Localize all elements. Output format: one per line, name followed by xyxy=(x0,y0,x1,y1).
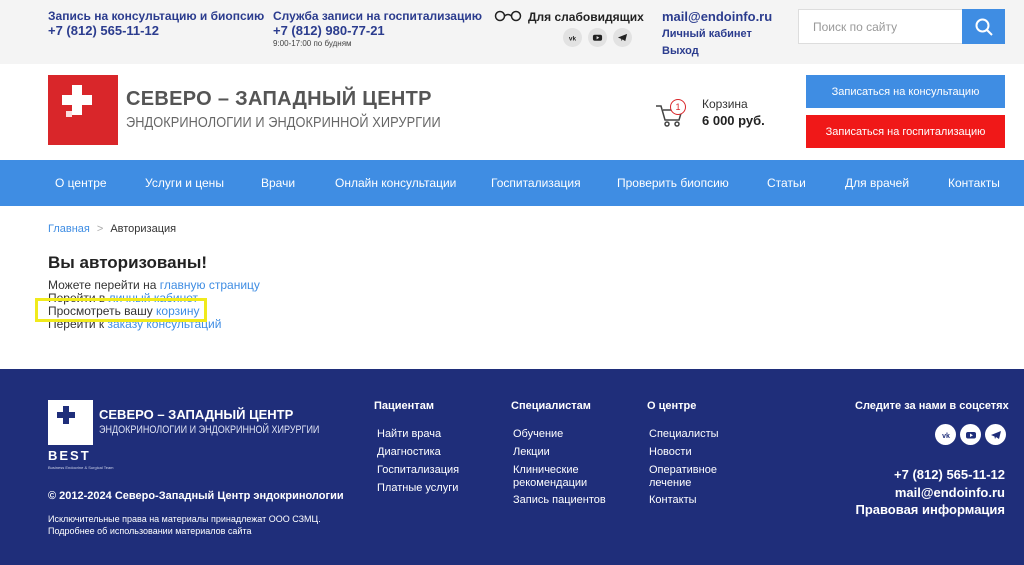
glasses-icon[interactable] xyxy=(494,10,522,22)
home-page-link[interactable]: главную страницу xyxy=(160,278,260,292)
footer-email[interactable]: mail@endoinfo.ru xyxy=(895,485,1005,500)
hosp-phone[interactable]: +7 (812) 980-77-21 xyxy=(273,23,482,38)
follow-us-title: Следите за нами в соцсетях xyxy=(855,400,1009,412)
footer-link-diagnostics[interactable]: Диагностика xyxy=(377,446,441,459)
accessibility-link[interactable]: Для слабовидящих xyxy=(528,10,644,24)
nav-item-about[interactable]: О центре xyxy=(55,160,107,206)
footer-link-surgery-line2[interactable]: лечение xyxy=(649,477,691,490)
search-button[interactable] xyxy=(962,9,1005,44)
nav-item-for-doctors[interactable]: Для врачей xyxy=(845,160,909,206)
line-home: Можете перейти на главную страницу xyxy=(48,278,260,292)
nav-item-articles[interactable]: Статьи xyxy=(767,160,806,206)
nav-item-services[interactable]: Услуги и цены xyxy=(145,160,224,206)
footer-link-lectures[interactable]: Лекции xyxy=(513,446,550,459)
consult-title: Запись на консультацию и биопсию xyxy=(48,9,265,23)
footer-logo-subtitle: ЭНДОКРИНОЛОГИИ И ЭНДОКРИННОЙ ХИРУРГИИ xyxy=(99,424,320,436)
logout-link[interactable]: Выход xyxy=(662,45,699,57)
telegram-icon[interactable] xyxy=(985,424,1006,445)
legal-info-link[interactable]: Правовая информация xyxy=(855,502,1005,517)
hosp-hours: 9:00-17:00 по будням xyxy=(273,39,352,48)
main-nav: О центре Услуги и цены Врачи Онлайн конс… xyxy=(0,160,1024,206)
footer-link-clinical[interactable]: Клинические xyxy=(513,464,579,477)
book-consultation-button[interactable]: Записаться на консультацию xyxy=(806,75,1005,108)
nav-item-hospitalization[interactable]: Госпитализация xyxy=(491,160,581,206)
footer-link-find-doctor[interactable]: Найти врача xyxy=(377,428,441,441)
footer: СЕВЕРО – ЗАПАДНЫЙ ЦЕНТР ЭНДОКРИНОЛОГИИ И… xyxy=(0,369,1024,565)
vk-icon[interactable]: vk xyxy=(563,28,582,47)
best-logo: BEST xyxy=(48,448,91,463)
specialists-column-title: Специалистам xyxy=(511,400,591,412)
breadcrumb-separator: > xyxy=(96,223,104,235)
patients-column-title: Пациентам xyxy=(374,400,434,412)
rights-notice: Исключительные права на материалы принад… xyxy=(48,513,321,537)
telegram-icon[interactable] xyxy=(613,28,632,47)
nav-item-online-consult[interactable]: Онлайн консультации xyxy=(335,160,456,206)
youtube-icon[interactable] xyxy=(960,424,981,445)
cabinet-link[interactable]: Личный кабинет xyxy=(662,28,752,40)
footer-link-clinical-line2[interactable]: рекомендации xyxy=(513,477,587,490)
top-bar: Запись на консультацию и биопсию +7 (812… xyxy=(0,0,1024,64)
youtube-icon[interactable] xyxy=(588,28,607,47)
logo-emblem[interactable] xyxy=(48,75,118,145)
rights-line-2[interactable]: Подробнее об использовании материалов са… xyxy=(48,525,321,537)
cart-sum: 6 000 руб. xyxy=(702,113,765,128)
search-icon xyxy=(975,18,993,36)
footer-link-education[interactable]: Обучение xyxy=(513,428,563,441)
rights-line-1: Исключительные права на материалы принад… xyxy=(48,514,321,524)
breadcrumb-current: Авторизация xyxy=(110,223,177,235)
footer-logo-title: СЕВЕРО – ЗАПАДНЫЙ ЦЕНТР xyxy=(99,407,294,422)
nav-item-biopsy[interactable]: Проверить биопсию xyxy=(617,160,729,206)
consult-phone[interactable]: +7 (812) 565-11-12 xyxy=(48,23,264,38)
book-hospitalization-button[interactable]: Записаться на госпитализацию xyxy=(806,115,1005,148)
breadcrumb-home[interactable]: Главная xyxy=(48,223,90,235)
nav-item-doctors[interactable]: Врачи xyxy=(261,160,295,206)
cart-label[interactable]: Корзина xyxy=(702,97,748,111)
copyright: © 2012-2024 Северо-Западный Центр эндокр… xyxy=(48,490,344,502)
cart-count-badge: 1 xyxy=(670,99,686,115)
logo-title: СЕВЕРО – ЗАПАДНЫЙ ЦЕНТР xyxy=(126,88,432,110)
svg-text:vk: vk xyxy=(942,433,950,440)
footer-logo-emblem[interactable] xyxy=(48,400,93,445)
footer-link-contacts[interactable]: Контакты xyxy=(649,494,697,507)
svg-text:vk: vk xyxy=(569,35,577,42)
footer-phone[interactable]: +7 (812) 565-11-12 xyxy=(894,467,1005,482)
vk-icon[interactable]: vk xyxy=(935,424,956,445)
highlight-box xyxy=(35,298,207,322)
footer-link-patient-booking[interactable]: Запись пациентов xyxy=(513,494,606,507)
best-logo-subtitle: Business Endocrine & Surgical Team xyxy=(48,465,114,470)
search-input[interactable]: Поиск по сайту xyxy=(798,9,962,44)
footer-link-news[interactable]: Новости xyxy=(649,446,692,459)
consult-contact: Запись на консультацию и биопсию +7 (812… xyxy=(48,9,265,39)
footer-link-specialists[interactable]: Специалисты xyxy=(649,428,719,441)
logo-subtitle: ЭНДОКРИНОЛОГИИ И ЭНДОКРИННОЙ ХИРУРГИИ xyxy=(126,114,441,131)
about-column-title: О центре xyxy=(647,400,697,412)
header-email[interactable]: mail@endoinfo.ru xyxy=(662,9,772,24)
footer-link-hospitalization[interactable]: Госпитализация xyxy=(377,464,459,477)
breadcrumb: Главная > Авторизация xyxy=(48,223,176,235)
nav-item-contacts[interactable]: Контакты xyxy=(948,160,1000,206)
hosp-title: Служба записи на госпитализацию xyxy=(273,9,482,23)
footer-link-surgery[interactable]: Оперативное xyxy=(649,464,717,477)
line-home-text: Можете перейти на xyxy=(48,278,160,292)
hosp-contact: Служба записи на госпитализацию +7 (812)… xyxy=(273,10,482,49)
page-title: Вы авторизованы! xyxy=(48,253,208,272)
footer-link-paid-services[interactable]: Платные услуги xyxy=(377,482,458,495)
